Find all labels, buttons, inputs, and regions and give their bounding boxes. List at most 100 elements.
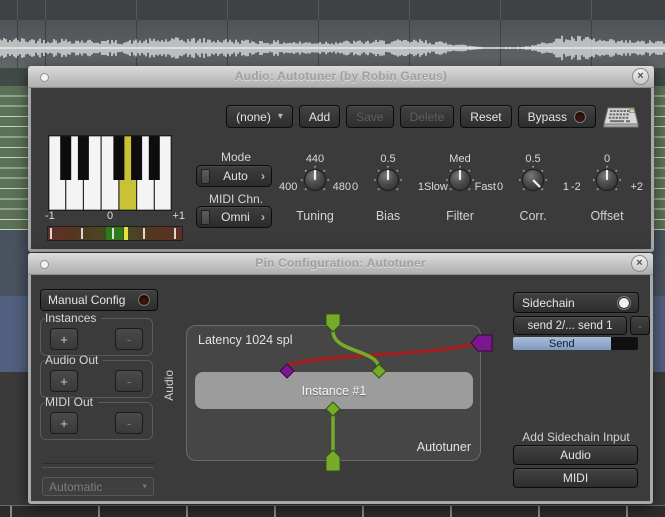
add-preset-button[interactable]: Add	[299, 105, 340, 128]
waveform-graphic	[0, 20, 665, 68]
knob-max-label: Fast	[475, 181, 496, 193]
close-icon[interactable]: ×	[631, 255, 648, 272]
send-remove-button[interactable]: -	[630, 316, 650, 335]
knob-dial-bias[interactable]	[373, 165, 403, 195]
knob-name-label: Filter	[422, 209, 498, 223]
sidechain-led-icon	[618, 297, 630, 309]
knob-dial-offset[interactable]	[592, 165, 622, 195]
knob-name-label: Offset	[569, 209, 645, 223]
chevron-down-icon: ▾	[278, 111, 283, 122]
knob-corr: 0.501Corr.	[495, 153, 571, 223]
meter-tick	[81, 228, 83, 239]
add-sidechain-midi-button[interactable]: MIDI	[513, 468, 638, 488]
instances-group: Instances + -	[40, 311, 153, 356]
keyboard-icon[interactable]	[602, 104, 640, 130]
save-preset-button[interactable]: Save	[346, 105, 393, 128]
knob-top-label: Med	[422, 153, 498, 165]
plugin-name-label: Autotuner	[417, 440, 471, 454]
delete-preset-button[interactable]: Delete	[400, 105, 455, 128]
audio-out-plus-button[interactable]: +	[50, 370, 78, 392]
plugin-window-title: Audio: Autotuner (by Robin Gareus)	[28, 69, 654, 83]
knob-dial-corr[interactable]	[518, 165, 548, 195]
sidechain-button[interactable]: Sidechain	[513, 292, 639, 313]
midi-out-minus-button[interactable]: -	[115, 412, 143, 434]
screen: Audio: Autotuner (by Robin Gareus) × (no…	[0, 0, 665, 517]
preset-dropdown-label: (none)	[236, 110, 271, 124]
midi-out-group: MIDI Out + -	[40, 395, 153, 440]
drag-grip-icon	[201, 169, 210, 184]
chevron-down-icon: ▾	[142, 481, 147, 492]
pitch-meter-scale: -1 0 +1	[45, 210, 185, 223]
knob-dial-tuning[interactable]	[300, 165, 330, 195]
meter-tick	[174, 228, 176, 239]
send-label: Send	[513, 337, 611, 350]
instances-plus-button[interactable]: +	[50, 328, 78, 350]
midi-chn-value: Omni	[210, 210, 261, 224]
meter-tick	[112, 228, 114, 239]
knob-name-label: Bias	[350, 209, 426, 223]
knob-min-label: Slow	[424, 181, 448, 193]
knob-max-label: +2	[630, 181, 643, 193]
knob-min-label: 0	[352, 181, 358, 193]
knob-top-label: 0.5	[495, 153, 571, 165]
manual-config-led-icon	[138, 294, 150, 306]
plugin-toolbar: (none) ▾ Add Save Delete Reset Bypass	[226, 105, 640, 128]
manual-config-button[interactable]: Manual Config	[40, 289, 158, 311]
preset-dropdown[interactable]: (none) ▾	[226, 105, 293, 128]
meter-tick	[143, 228, 145, 239]
meter-green-segment	[106, 227, 123, 240]
send-source-button[interactable]: send 2/... send 1	[513, 316, 627, 335]
instance-box[interactable]: Instance #1	[195, 372, 473, 409]
drag-grip-icon	[201, 210, 210, 225]
knob-filter: Med Slow Fast Filter	[422, 153, 498, 223]
audio-out-minus-button[interactable]: -	[115, 370, 143, 392]
chevron-right-icon: ›	[261, 169, 265, 183]
meter-min-label: -1	[45, 210, 55, 222]
sidechain-label: Sidechain	[522, 296, 575, 310]
audio-bus-label: Audio	[162, 370, 176, 401]
add-sidechain-input-label: Add Sidechain Input	[513, 430, 639, 444]
send-level-bar[interactable]: Send	[513, 337, 638, 350]
reset-button[interactable]: Reset	[460, 105, 511, 128]
knob-min-label: 400	[279, 181, 297, 193]
knob-dial-filter[interactable]	[445, 165, 475, 195]
meter-yellow-marker	[124, 227, 128, 240]
close-icon[interactable]: ×	[632, 68, 649, 85]
timeline-ruler-top	[0, 0, 665, 21]
bypass-button[interactable]: Bypass	[518, 105, 596, 128]
knob-max-label: 480	[333, 181, 351, 193]
instances-label: Instances	[45, 311, 101, 325]
pin-config-window: Pin Configuration: Autotuner × Manual Co…	[28, 253, 653, 504]
timeline-ruler-bottom	[0, 505, 665, 517]
plugin-pin-box: Latency 1024 spl Instance #1 Autotuner	[186, 325, 481, 461]
mode-label: Mode	[198, 150, 274, 164]
bypass-led-icon	[574, 111, 586, 123]
manual-config-label: Manual Config	[48, 293, 125, 307]
knob-min-label: 0	[497, 181, 503, 193]
knob-bias: 0.501Bias	[350, 153, 426, 223]
knob-top-label: 0.5	[350, 153, 426, 165]
add-sidechain-audio-button[interactable]: Audio	[513, 445, 638, 465]
meter-mid-label: 0	[107, 210, 113, 222]
audio-track-waveform	[0, 20, 665, 68]
midi-chn-label: MIDI Chn.	[198, 192, 274, 206]
meter-tick	[50, 228, 52, 239]
instances-minus-button[interactable]: -	[115, 328, 143, 350]
piano-keyboard[interactable]	[48, 135, 172, 211]
pin-window-titlebar[interactable]: Pin Configuration: Autotuner ×	[28, 253, 653, 275]
mode-dropdown[interactable]: Auto ›	[196, 165, 272, 187]
instance-label: Instance #1	[302, 384, 367, 398]
knob-offset: 0-2+2Offset	[569, 153, 645, 223]
midi-out-plus-button[interactable]: +	[50, 412, 78, 434]
pitch-meter	[47, 226, 183, 241]
midi-chn-dropdown[interactable]: Omni ›	[196, 206, 272, 228]
latency-label: Latency 1024 spl	[198, 333, 293, 347]
pin-window-title: Pin Configuration: Autotuner	[28, 256, 653, 270]
knob-name-label: Corr.	[495, 209, 571, 223]
audio-out-group: Audio Out + -	[40, 353, 153, 398]
knob-tuning: 440400480Tuning	[277, 153, 353, 223]
plugin-window-titlebar[interactable]: Audio: Autotuner (by Robin Gareus) ×	[28, 66, 654, 88]
bypass-label: Bypass	[528, 110, 567, 124]
mode-value: Auto	[210, 169, 261, 183]
mode-select[interactable]: Automatic ▾	[42, 477, 154, 496]
